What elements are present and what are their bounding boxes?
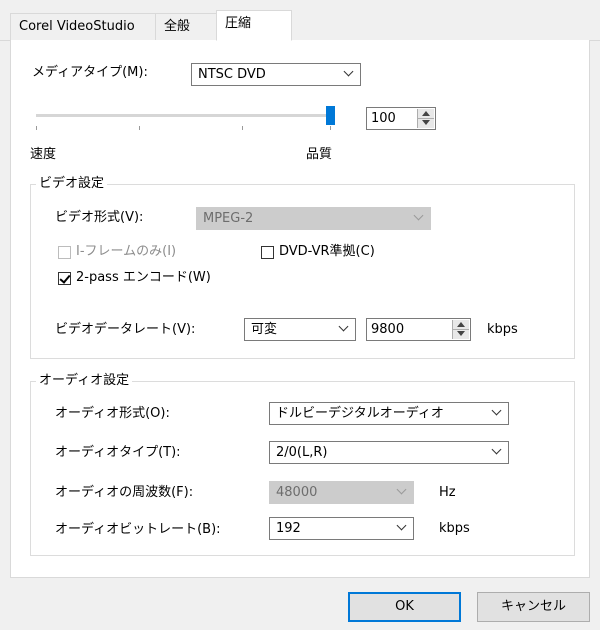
data-rate-mode-value: 可変 xyxy=(251,322,278,337)
tab-general[interactable]: 全般 xyxy=(155,13,217,40)
tab-label: 全般 xyxy=(164,19,191,34)
chevron-down-icon xyxy=(396,520,407,531)
iframe-only-label: I-フレームのみ(I) xyxy=(76,244,177,259)
spin-down-icon[interactable] xyxy=(422,120,430,125)
media-type-label: メディアタイプ(M): xyxy=(32,65,148,80)
quality-label: 品質 xyxy=(306,147,333,162)
audio-type-dropdown[interactable]: 2/0(L,R) xyxy=(269,441,509,464)
chevron-down-icon xyxy=(491,444,502,455)
slider-tick xyxy=(330,126,331,130)
quality-slider-thumb[interactable] xyxy=(326,106,335,125)
audio-bitrate-dropdown[interactable]: 192 xyxy=(269,517,414,540)
tab-label: 圧縮 xyxy=(225,16,252,31)
audio-frequency-dropdown[interactable]: 48000 xyxy=(269,481,414,504)
iframe-only-checkbox[interactable] xyxy=(58,246,71,259)
audio-bitrate-label: オーディオビットレート(B): xyxy=(55,522,221,537)
ok-button[interactable]: OK xyxy=(348,592,461,622)
spin-buttons[interactable] xyxy=(417,109,434,128)
dvd-vr-checkbox[interactable] xyxy=(261,246,274,259)
slider-tick xyxy=(36,126,37,130)
spin-buttons[interactable] xyxy=(452,320,469,339)
chevron-down-icon xyxy=(413,210,424,221)
checkmark-icon xyxy=(59,272,71,284)
chevron-down-icon xyxy=(338,321,349,332)
audio-frequency-label: オーディオの周波数(F): xyxy=(55,485,194,500)
data-rate-value: 9800 xyxy=(371,322,405,337)
spin-divider xyxy=(453,329,469,330)
audio-format-dropdown[interactable]: ドルビーデジタルオーディオ xyxy=(269,402,509,425)
video-format-label: ビデオ形式(V): xyxy=(55,210,144,225)
audio-format-label: オーディオ形式(O): xyxy=(55,406,170,421)
chevron-down-icon xyxy=(491,405,502,416)
audio-type-value: 2/0(L,R) xyxy=(276,445,328,460)
tab-label: Corel VideoStudio xyxy=(19,19,135,34)
tab-corel-videostudio[interactable]: Corel VideoStudio xyxy=(10,13,156,40)
two-pass-checkbox[interactable] xyxy=(58,272,71,285)
spin-divider xyxy=(418,118,434,119)
slider-tick xyxy=(242,126,243,130)
data-rate-spinbox[interactable]: 9800 xyxy=(366,318,471,341)
dvd-vr-label: DVD-VR準拠(C) xyxy=(279,244,375,259)
video-format-value: MPEG-2 xyxy=(203,211,254,226)
tab-compression[interactable]: 圧縮 xyxy=(216,10,292,41)
spin-down-icon[interactable] xyxy=(457,331,465,336)
data-rate-unit: kbps xyxy=(487,322,518,337)
media-type-value: NTSC DVD xyxy=(198,67,266,82)
spin-up-icon[interactable] xyxy=(457,322,465,327)
audio-bitrate-unit: kbps xyxy=(439,521,470,536)
video-settings-title: ビデオ設定 xyxy=(36,176,108,192)
slider-tick xyxy=(139,126,140,130)
audio-frequency-value: 48000 xyxy=(276,485,318,500)
audio-settings-title: オーディオ設定 xyxy=(36,373,133,389)
quality-spinbox[interactable]: 100 xyxy=(366,107,436,130)
quality-spin-value: 100 xyxy=(371,111,396,126)
spin-up-icon[interactable] xyxy=(422,111,430,116)
video-data-rate-label: ビデオデータレート(V): xyxy=(55,322,196,337)
chevron-down-icon xyxy=(396,484,407,495)
video-format-dropdown[interactable]: MPEG-2 xyxy=(196,207,431,230)
quality-slider-track[interactable] xyxy=(36,114,332,117)
ok-button-label: OK xyxy=(395,599,414,614)
two-pass-label: 2-pass エンコード(W) xyxy=(76,270,211,285)
audio-type-label: オーディオタイプ(T): xyxy=(55,445,181,460)
audio-frequency-unit: Hz xyxy=(439,485,456,500)
cancel-button-label: キャンセル xyxy=(500,599,566,614)
cancel-button[interactable]: キャンセル xyxy=(477,592,590,622)
chevron-down-icon xyxy=(343,66,354,77)
audio-bitrate-value: 192 xyxy=(276,521,301,536)
media-type-dropdown[interactable]: NTSC DVD xyxy=(191,63,361,86)
speed-label: 速度 xyxy=(30,147,57,162)
data-rate-mode-dropdown[interactable]: 可変 xyxy=(244,318,356,341)
audio-format-value: ドルビーデジタルオーディオ xyxy=(276,406,444,421)
